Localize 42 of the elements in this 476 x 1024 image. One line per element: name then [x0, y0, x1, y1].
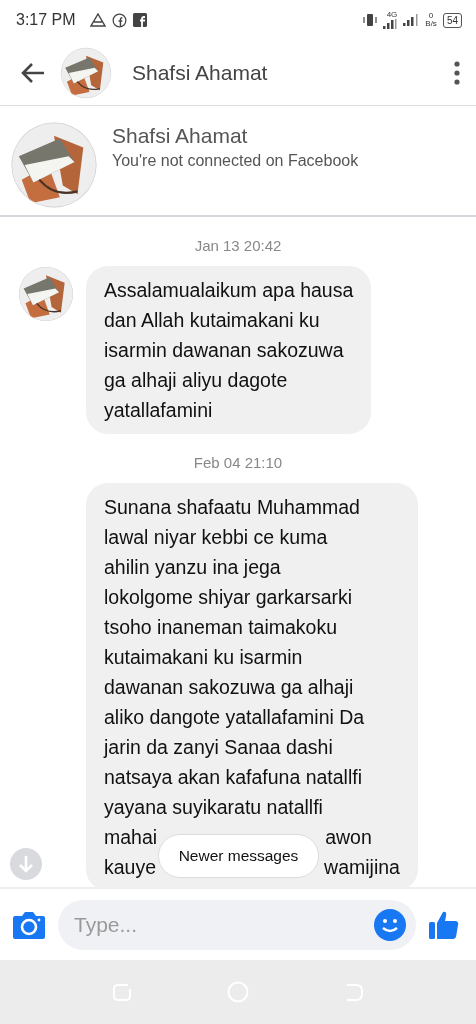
- message-text: jarin da zanyi Sanaa dashi: [104, 735, 333, 760]
- facebook-square-icon: [132, 13, 147, 27]
- message-text: mahai: [104, 825, 158, 850]
- profile-subtitle: You're not connected on Facebook: [112, 152, 359, 170]
- network-label: 4G: [386, 11, 398, 19]
- message-text: lawal niyar kebbi ce kuma: [104, 525, 328, 550]
- signal-icon: [403, 14, 420, 26]
- vibrate-icon: [363, 13, 378, 27]
- message-text: ga alhaji aliyu dagote: [104, 368, 288, 393]
- profile-name: Shafsi Ahamat: [112, 124, 249, 148]
- message-text: yayana suyikaratu natallfi: [104, 795, 323, 820]
- message-text: kauye: [104, 855, 157, 880]
- speed-value: 0: [428, 12, 434, 20]
- battery-indicator: 54: [442, 12, 462, 28]
- message-text: lokolgome shiyar garkarsarki: [104, 585, 353, 610]
- message-text: Sunana shafaatu Muhammad: [104, 495, 360, 520]
- message-text: dawanan sakozuwa ga alhaji: [104, 675, 354, 700]
- message-text: aliko dangote yatallafamini Da: [104, 705, 365, 730]
- message-text: wamijina: [324, 855, 400, 880]
- smiley-icon[interactable]: [374, 908, 406, 941]
- message-text: ahilin yanzu ina jega: [104, 555, 281, 580]
- message-text: Assalamualaikum apa hausa: [104, 278, 354, 303]
- timestamp: Feb 04 21:10: [192, 453, 284, 473]
- message-text: kutaimakani ku isarmin: [104, 645, 303, 670]
- message-text: dan Allah kutaimakani ku: [104, 308, 320, 333]
- speed-unit: B/s: [425, 20, 437, 28]
- message-text: isarmin dawanan sakozuwa: [104, 338, 344, 363]
- message-text: tsoho inaneman taimakoku: [104, 615, 338, 640]
- back-arrow-icon[interactable]: [20, 61, 46, 84]
- timestamp: Jan 13 20:42: [193, 236, 283, 256]
- message-text: awon: [325, 825, 372, 850]
- status-time: 3:17 PM: [16, 11, 76, 29]
- message-input-field[interactable]: Type...: [58, 899, 416, 950]
- camera-icon[interactable]: [12, 909, 46, 940]
- more-options-icon[interactable]: [454, 60, 460, 85]
- signal-icon: [383, 19, 398, 29]
- message-text: natsaya akan kafafuna natallfi: [104, 765, 362, 790]
- message-text: yatallafamini: [104, 398, 213, 423]
- facebook-circle-icon: [111, 12, 127, 28]
- warning-triangle-icon: [89, 13, 106, 27]
- chat-title[interactable]: Shafsi Ahamat: [132, 60, 440, 85]
- newer-messages-button[interactable]: Newer messages: [158, 834, 319, 878]
